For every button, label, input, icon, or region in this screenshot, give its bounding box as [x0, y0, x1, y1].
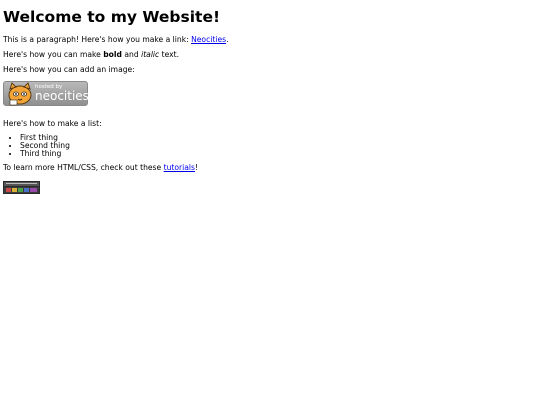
paragraph-bold-text-middle: and	[121, 50, 142, 59]
list-item: Second thing	[20, 142, 533, 150]
paragraph-tutorials-text-after: !	[194, 163, 199, 172]
paragraph-bold-italic: Here's how you can make bold and italic …	[3, 50, 533, 60]
tutorials-link[interactable]: tutorials	[164, 163, 195, 172]
badge-big-text: neocities	[35, 89, 89, 103]
paragraph-bold-text-before: Here's how you can make	[3, 50, 104, 59]
neocities-link[interactable]: Neocities	[191, 35, 226, 44]
italic-word: italic	[141, 50, 160, 59]
paragraph-tutorials-text-before: To learn more HTML/CSS, check out these	[3, 163, 164, 172]
page-content: Welcome to my Website! This is a paragra…	[3, 0, 533, 194]
paragraph-link-text-after: .	[226, 35, 229, 44]
things-list: First thing Second thing Third thing	[3, 134, 533, 158]
paragraph-tutorials: To learn more HTML/CSS, check out these …	[3, 163, 533, 173]
paragraph-bold-text-after: text.	[159, 50, 180, 59]
paragraph-link-text-before: This is a paragraph! Here's how you make…	[3, 35, 192, 44]
bold-word: bold	[103, 50, 122, 59]
page-title: Welcome to my Website!	[3, 8, 221, 26]
list-item: First thing	[20, 134, 533, 142]
paragraph-list: Here's how to make a list:	[3, 119, 102, 128]
webring-badge[interactable]	[3, 181, 40, 194]
neocities-cat-icon	[8, 82, 32, 106]
paragraph-link: This is a paragraph! Here's how you make…	[3, 35, 533, 45]
webring-banner-icon	[3, 181, 40, 194]
list-item: Third thing	[20, 150, 533, 158]
hosted-by-neocities-badge[interactable]: hosted by neocities	[3, 81, 89, 106]
paragraph-image: Here's how you can add an image:	[3, 65, 135, 74]
badge-frame: hosted by neocities	[3, 81, 89, 106]
